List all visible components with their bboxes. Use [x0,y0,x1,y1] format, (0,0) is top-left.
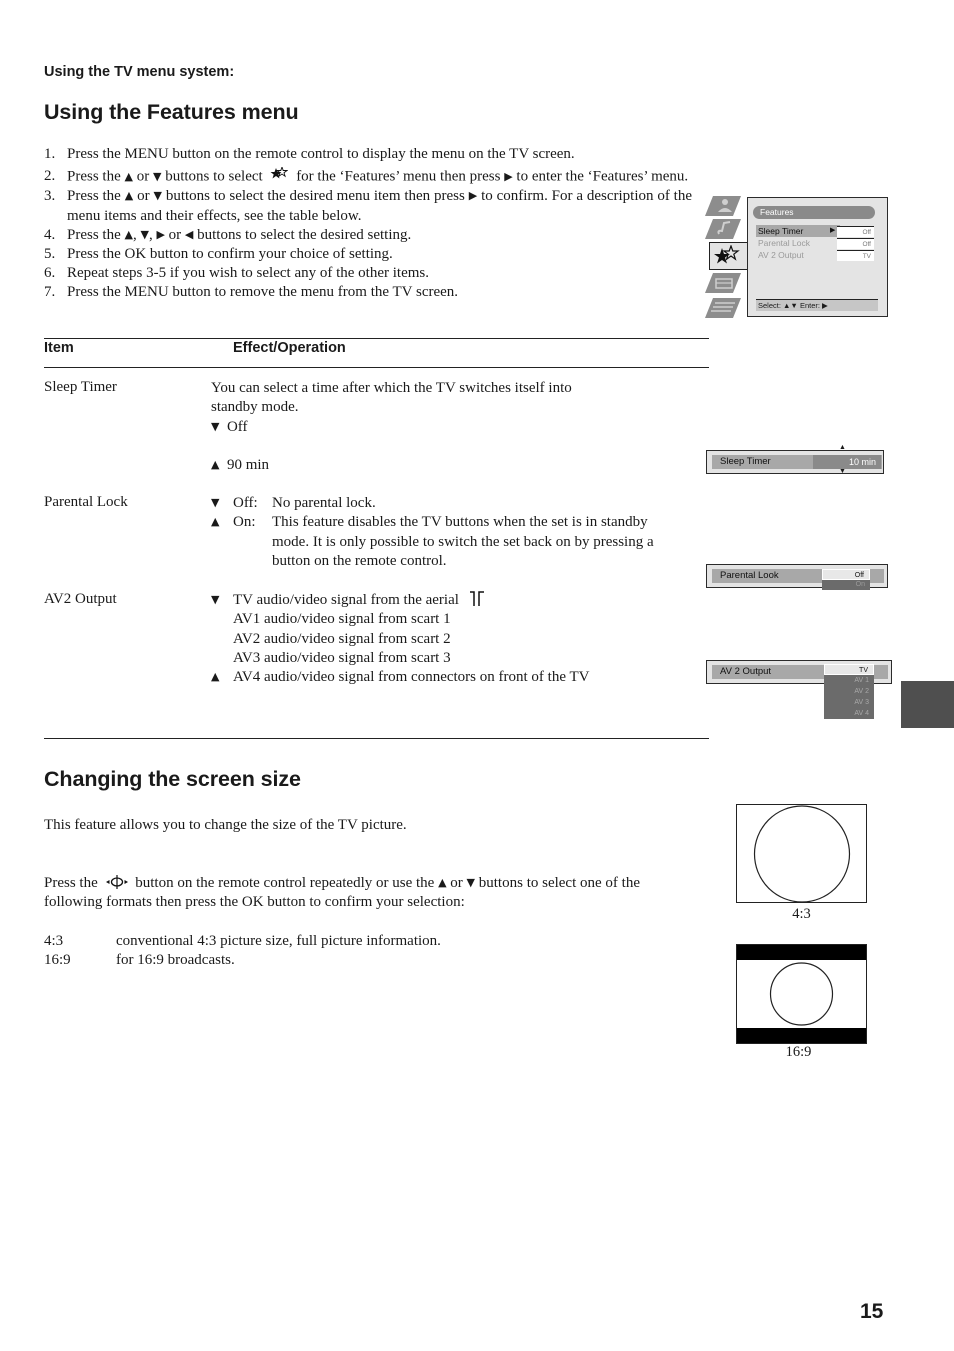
osd-menu-title: Features [753,206,875,219]
up-arrow-icon: ▲ [211,670,220,684]
row-effect-parental-lock: ▼ Off: No parental lock. ▲ On: This feature… [211,495,654,569]
screen-format-icon [105,875,128,889]
picture-icon [705,196,741,216]
section-label: Using the TV menu system: [44,64,235,80]
caption-4-3: 4:3 [792,906,811,922]
features-stars-icon [270,165,289,187]
osd-option-av4[interactable]: AV 4 [824,708,874,719]
up-arrow-icon: ▲ [839,444,846,451]
down-arrow-icon: ▼ [152,169,162,183]
row-item-parental-lock: Parental Lock [44,494,128,510]
screen-size-instructions: Press the button on the remote control r… [44,875,640,911]
row-item-sleep-timer: Sleep Timer [44,379,117,395]
down-arrow-icon: ▼ [466,876,476,889]
section-divider [44,738,709,739]
down-arrow-icon: ▼ [211,419,220,433]
step-6: 6. Repeat steps 3-5 if you wish to selec… [44,265,429,282]
screen-size-intro: This feature allows you to change the si… [44,817,407,833]
osd-item-av2-output[interactable]: AV 2 Output [756,249,840,261]
format-item: 4:3 conventional 4:3 picture size, full p… [44,933,441,949]
format-item: 16:9 for 16:9 broadcasts. [44,952,235,969]
format-list: 4:3 conventional 4:3 picture size, full p… [44,932,441,971]
osd-option-tv[interactable]: TV [824,664,874,675]
table-header-rule [44,367,709,368]
caption-16-9: 16:9 [785,1044,812,1060]
osd-option-av2[interactable]: AV 2 [824,686,874,697]
step-5: 5. Press the OK button to confirm your c… [44,246,393,263]
row-item-av2-output: AV2 Output [44,591,117,607]
osd-sleep-timer-bar: Sleep Timer 10 min ▲ ▼ [706,444,884,475]
features-stars-icon [714,245,740,264]
down-arrow-icon: ▼ [140,227,149,241]
osd-value-av2-output: TV [837,250,874,261]
up-arrow-icon: ▲ [211,515,220,529]
step-7: 7. Press the MENU button to remove the m… [44,284,459,301]
chapter-side-tab [901,681,954,728]
osd-features-menu: Features Sleep Timer ▶ Off Parental Lock… [747,197,888,317]
diagram-4-3 [736,804,867,903]
osd-av2-dropdown: TV AV 1 AV 2 AV 3 AV 4 [824,664,874,719]
step-1: 1. Press the MENU button on the remote c… [44,146,575,162]
osd-option-av1[interactable]: AV 1 [824,675,874,686]
down-arrow-icon: ▼ [839,468,846,475]
osd-footer-hint: Select: ▲▼ Enter: ▶ [756,299,878,311]
section-title-screen-size: Changing the screen size [44,767,301,791]
up-arrow-icon: ▲ [124,169,133,183]
osd-item-parental-lock[interactable]: Parental Lock [756,237,840,249]
osd-value-sleep-timer: Off [837,226,874,237]
page-number: 15 [860,1300,884,1323]
down-arrow-icon: ▼ [211,593,220,606]
row-effect-av2-output: ▼ TV audio/video signal from the aerial A… [211,591,590,686]
osd-parental-lock-bar: Parental Look Off On [706,564,888,590]
osd-value-parental-lock: Off [837,238,874,249]
table-top-rule [44,338,709,339]
osd-item-sleep-timer[interactable]: Sleep Timer [756,225,840,237]
aerial-antenna-icon [469,591,484,606]
right-arrow-icon: ▶ [468,189,478,203]
sound-icon [705,219,741,239]
page-title: Using the Features menu [44,100,299,124]
right-arrow-icon: ▶ [156,227,165,241]
installation-icon [705,273,741,293]
down-arrow-icon: ▼ [153,189,162,203]
left-arrow-icon: ◀ [184,227,194,241]
down-arrow-icon: ▼ [211,496,220,509]
teletext-icon [705,298,741,318]
up-arrow-icon: ▲ [124,189,134,203]
step-3: 3. Press the ▲ or ▼ buttons to select th… [44,188,693,224]
step-4: 4. Press the ▲, ▼, ▶ or ◀ buttons to sel… [44,226,412,243]
osd-option-off[interactable]: Off [822,569,870,580]
up-arrow-icon: ▲ [211,457,220,471]
table-header-item: Item [44,340,74,356]
up-arrow-icon: ▲ [124,227,133,241]
step-2: 2. Press the ▲ or ▼ buttons to select fo… [44,165,692,187]
diagram-16-9 [736,944,867,1044]
osd-bar-value[interactable]: 10 min [813,455,881,469]
right-arrow-icon: ▶ [830,227,836,234]
up-arrow-icon: ▲ [438,876,447,889]
osd-option-av3[interactable]: AV 3 [824,697,874,708]
row-effect-sleep-timer: You can select a time after which the TV… [211,380,572,473]
osd-option-on[interactable]: On [822,580,870,590]
right-arrow-icon: ▶ [504,169,513,183]
table-header-effect: Effect/Operation [233,340,346,356]
steps-list: 1. Press the MENU button on the remote c… [44,145,692,303]
